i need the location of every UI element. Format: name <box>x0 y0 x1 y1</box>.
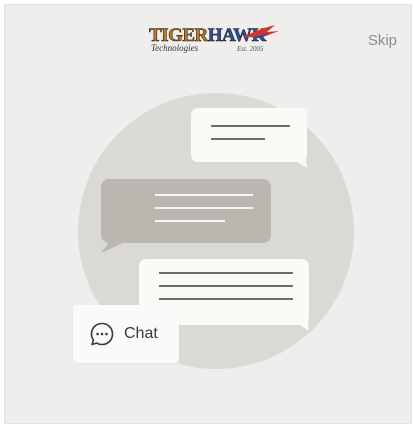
chat-label: Chat <box>124 325 158 342</box>
message-bubble-top <box>191 108 307 168</box>
chat-button[interactable]: Chat <box>73 305 179 363</box>
message-bubble-middle <box>101 179 271 253</box>
onboarding-panel: TIGERHAWK Technologies Est. 2005 Skip Ch… <box>4 4 412 424</box>
chat-bubble-ellipsis-icon <box>90 322 114 346</box>
chat-illustration <box>78 93 354 369</box>
